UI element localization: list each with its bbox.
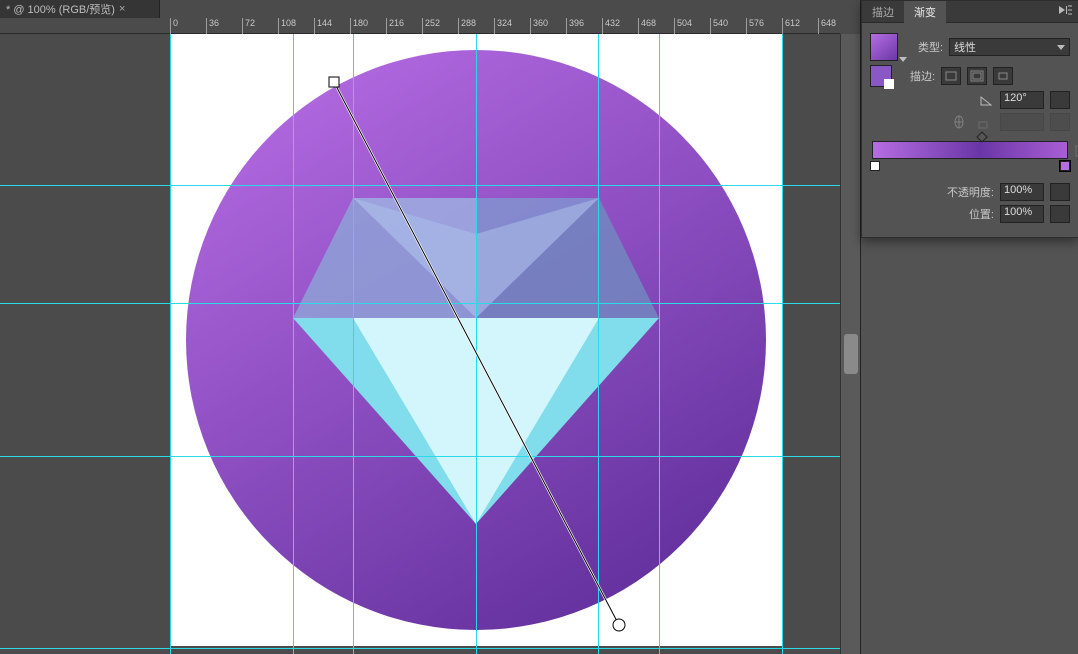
stroke-color-swatch[interactable]: [870, 65, 892, 87]
guide-vertical[interactable]: [293, 34, 294, 654]
ruler-tick: 324: [494, 18, 512, 34]
panel-dock: 描边 渐变 类型: 线性: [860, 0, 1078, 654]
ruler-tick: 108: [278, 18, 296, 34]
type-value: 线性: [954, 39, 976, 55]
ruler-tick: 72: [242, 18, 255, 34]
location-input[interactable]: 100%: [1000, 205, 1044, 223]
canvas-workspace[interactable]: [0, 34, 840, 654]
panel-body: 类型: 线性 描边:: [862, 23, 1078, 237]
guide-horizontal[interactable]: [0, 648, 840, 649]
close-icon[interactable]: ×: [119, 3, 125, 15]
chevron-down-icon[interactable]: [899, 57, 907, 62]
ruler-tick: 576: [746, 18, 764, 34]
gradient-preview[interactable]: [870, 33, 898, 61]
aspect-icon: [952, 115, 966, 129]
gradient-panel: 描边 渐变 类型: 线性: [861, 0, 1078, 238]
tab-gradient[interactable]: 渐变: [904, 1, 946, 23]
angle-stepper[interactable]: [1050, 91, 1070, 109]
aspect-stepper: [1050, 113, 1070, 131]
guide-vertical[interactable]: [476, 34, 477, 654]
angle-input[interactable]: 120°: [1000, 91, 1044, 109]
type-select[interactable]: 线性: [949, 38, 1070, 56]
ruler-tick: 0: [170, 18, 178, 34]
ruler-tick: 504: [674, 18, 692, 34]
gradient-ramp[interactable]: [872, 141, 1068, 159]
aspect-input: [1000, 113, 1044, 131]
angle-value: 120°: [1004, 92, 1027, 104]
document-tab[interactable]: * @ 100% (RGB/预览) ×: [0, 0, 160, 18]
guide-vertical[interactable]: [170, 34, 171, 654]
stroke-align-center-button[interactable]: [967, 67, 987, 85]
document-title: * @ 100% (RGB/预览): [6, 1, 115, 17]
ruler-tick: 540: [710, 18, 728, 34]
guide-vertical[interactable]: [659, 34, 660, 654]
location-value: 100%: [1004, 206, 1032, 218]
ruler-tick: 360: [530, 18, 548, 34]
gradient-ramp-bar[interactable]: [872, 141, 1068, 159]
ruler-tick: 36: [206, 18, 219, 34]
opacity-stepper[interactable]: [1050, 183, 1070, 201]
guide-vertical[interactable]: [782, 34, 783, 654]
trash-icon[interactable]: [1074, 143, 1078, 157]
scrollbar-thumb[interactable]: [844, 334, 858, 374]
tab-stroke[interactable]: 描边: [862, 1, 904, 23]
ruler-horizontal[interactable]: 0 36 72 108 144 180 216 252 288 324 360 396 432 468 50…: [0, 18, 840, 34]
guide-vertical[interactable]: [598, 34, 599, 654]
ruler-tick: 288: [458, 18, 476, 34]
stroke-align-inside-button[interactable]: [941, 67, 961, 85]
ruler-tick: 144: [314, 18, 332, 34]
ruler-tick: 432: [602, 18, 620, 34]
ruler-tick: 648: [818, 18, 836, 34]
ruler-tick: 180: [350, 18, 368, 34]
color-stop-start[interactable]: [870, 161, 880, 171]
guide-horizontal[interactable]: [0, 456, 840, 457]
scrollbar-vertical[interactable]: [840, 34, 860, 654]
ruler-tick: 396: [566, 18, 584, 34]
padlock-icon: [976, 115, 990, 129]
ruler-tick: 468: [638, 18, 656, 34]
stroke-label: 描边:: [910, 68, 935, 84]
panel-tabs: 描边 渐变: [862, 1, 1078, 23]
type-label: 类型:: [918, 39, 943, 55]
stroke-align-outside-button[interactable]: [993, 67, 1013, 85]
opacity-input[interactable]: 100%: [1000, 183, 1044, 201]
opacity-label: 不透明度:: [947, 184, 994, 200]
guide-vertical[interactable]: [353, 34, 354, 654]
angle-icon: [980, 94, 994, 106]
color-stop-end[interactable]: [1060, 161, 1070, 171]
ruler-tick: 252: [422, 18, 440, 34]
opacity-value: 100%: [1004, 184, 1032, 196]
ruler-tick: 216: [386, 18, 404, 34]
panel-flyout-icon[interactable]: [1052, 5, 1078, 18]
guide-horizontal[interactable]: [0, 303, 840, 304]
guide-horizontal[interactable]: [0, 185, 840, 186]
location-stepper[interactable]: [1050, 205, 1070, 223]
ruler-tick: 612: [782, 18, 800, 34]
chevron-down-icon: [1057, 45, 1065, 50]
location-label: 位置:: [969, 206, 994, 222]
